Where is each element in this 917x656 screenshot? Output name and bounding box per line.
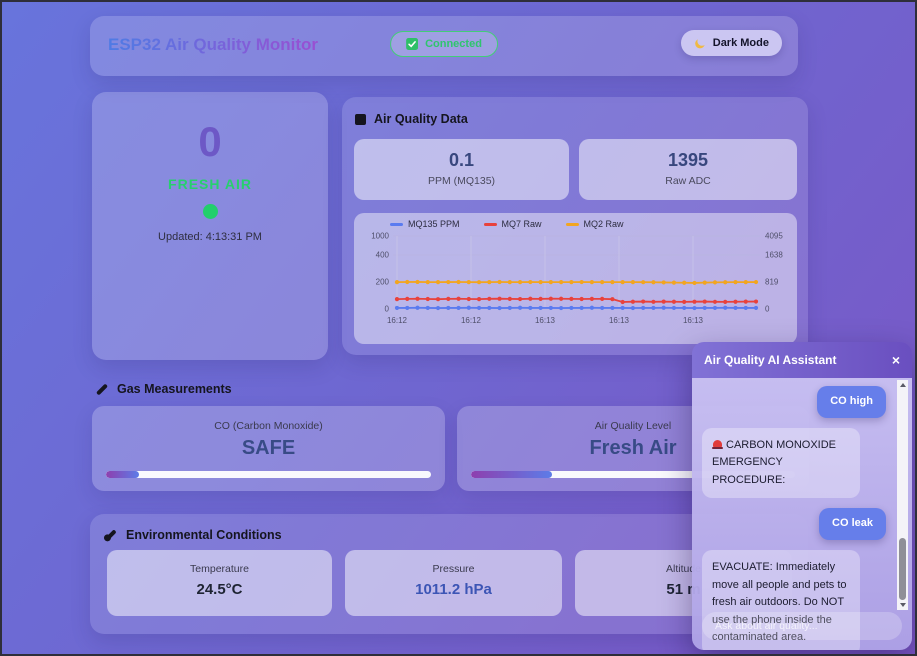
ppm-stat-box: 0.1 PPM (MQ135) — [354, 139, 569, 200]
raw-adc-stat-box: 1395 Raw ADC — [579, 139, 797, 200]
svg-text:4095: 4095 — [765, 232, 783, 241]
chat-input[interactable] — [702, 612, 902, 640]
close-icon[interactable]: × — [892, 353, 900, 367]
air-quality-progress-fill — [471, 471, 552, 478]
raw-adc-value: 1395 — [579, 150, 797, 171]
ppm-label: PPM (MQ135) — [354, 175, 569, 187]
ai-assistant-body: CO high CARBON MONOXIDE EMERGENCY PROCED… — [692, 378, 912, 650]
legend-item-mq135: MQ135 PPM — [390, 219, 460, 229]
co-gas-card: CO (Carbon Monoxide) SAFE — [92, 406, 445, 491]
co-status-value: SAFE — [92, 437, 445, 460]
raw-adc-label: Raw ADC — [579, 175, 797, 187]
connection-status-label: Connected — [425, 38, 482, 50]
ai-assistant-title: Air Quality AI Assistant — [704, 353, 836, 367]
mq2-line-swatch — [566, 223, 579, 226]
ai-assistant-header: Air Quality AI Assistant × — [692, 342, 912, 378]
scroll-down-icon[interactable] — [897, 600, 908, 610]
pressure-label: Pressure — [345, 563, 562, 575]
air-quality-data-card: Air Quality Data 0.1 PPM (MQ135) 1395 Ra… — [342, 97, 808, 355]
connection-status-badge: Connected — [390, 31, 498, 57]
check-square-icon — [406, 38, 418, 50]
air-quality-chart-svg: 0 0 200 819 400 1638 1000 4095 16:12 16:12 16:13 16… — [354, 213, 797, 344]
chat-messages: CO high CARBON MONOXIDE EMERGENCY PROCED… — [702, 386, 886, 650]
chat-message-bot: CARBON MONOXIDE EMERGENCY PROCEDURE: — [702, 428, 860, 499]
test-tube-icon — [96, 383, 108, 395]
legend-item-mq2: MQ2 Raw — [566, 219, 624, 229]
svg-text:200: 200 — [376, 277, 390, 286]
ai-assistant-panel: Air Quality AI Assistant × CO high CARBO… — [692, 342, 912, 650]
section-title: Air Quality Data — [374, 112, 468, 126]
air-quality-data-section-header: Air Quality Data — [355, 112, 468, 126]
pressure-stat-box: Pressure 1011.2 hPa — [345, 550, 562, 616]
chat-message-user: CO leak — [819, 508, 886, 540]
svg-text:16:12: 16:12 — [387, 316, 408, 325]
dark-mode-button[interactable]: Dark Mode — [681, 30, 782, 56]
svg-text:1638: 1638 — [765, 250, 783, 259]
aqi-value: 0 — [92, 118, 328, 166]
chat-message-user: CO high — [817, 386, 886, 418]
page-title: ESP32 Air Quality Monitor — [108, 35, 318, 55]
svg-text:16:12: 16:12 — [461, 316, 482, 325]
siren-icon — [712, 440, 723, 449]
chart-legend: MQ135 PPM MQ7 Raw MQ2 Raw — [390, 219, 624, 229]
black-square-icon — [355, 114, 366, 125]
gas-measurements-section-header: Gas Measurements — [95, 382, 232, 396]
thermometer-icon — [105, 529, 116, 540]
chat-scrollbar[interactable] — [897, 380, 908, 610]
svg-text:400: 400 — [376, 250, 390, 259]
temperature-label: Temperature — [107, 563, 332, 575]
sensor-history-chart: MQ135 PPM MQ7 Raw MQ2 Raw 0 0 200 819 400 163… — [354, 213, 797, 344]
environmental-conditions-section-header: Environmental Conditions — [104, 528, 282, 542]
svg-text:16:13: 16:13 — [535, 316, 556, 325]
scroll-up-icon[interactable] — [897, 380, 908, 390]
header-bar: ESP32 Air Quality Monitor Connected Dark… — [90, 16, 798, 76]
pressure-value: 1011.2 hPa — [345, 581, 562, 598]
chat-scrollbar-thumb[interactable] — [899, 538, 906, 600]
air-quality-status-card: 0 FRESH AIR Updated: 4:13:31 PM — [92, 92, 328, 360]
legend-item-mq7: MQ7 Raw — [484, 219, 542, 229]
last-updated-text: Updated: 4:13:31 PM — [92, 231, 328, 243]
temperature-value: 24.5°C — [107, 581, 332, 598]
moon-icon — [694, 37, 706, 49]
aqi-status-label: FRESH AIR — [92, 176, 328, 192]
co-progress-track — [106, 471, 431, 478]
mq7-line-swatch — [484, 223, 497, 226]
svg-text:0: 0 — [765, 305, 770, 314]
svg-text:16:13: 16:13 — [609, 316, 630, 325]
ppm-value: 0.1 — [354, 150, 569, 171]
mq135-line-swatch — [390, 223, 403, 226]
co-progress-fill — [106, 471, 139, 478]
svg-text:819: 819 — [765, 277, 779, 286]
temperature-stat-box: Temperature 24.5°C — [107, 550, 332, 616]
dashboard: ESP32 Air Quality Monitor Connected Dark… — [0, 0, 917, 656]
svg-text:1000: 1000 — [371, 232, 389, 241]
green-dot-icon — [203, 204, 218, 219]
svg-text:0: 0 — [385, 305, 390, 314]
co-label: CO (Carbon Monoxide) — [92, 420, 445, 432]
svg-text:16:13: 16:13 — [683, 316, 704, 325]
dark-mode-label: Dark Mode — [713, 37, 769, 49]
